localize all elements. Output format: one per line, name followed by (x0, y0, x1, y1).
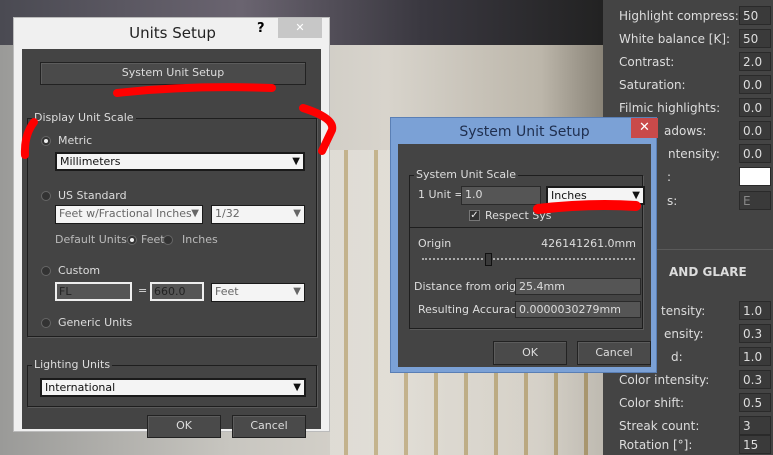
annotation-underline (113, 83, 276, 97)
annotation-strike (533, 200, 641, 214)
red-annotations (20, 83, 641, 214)
annotation-bracket (20, 118, 38, 159)
annotation-arrow (299, 104, 337, 155)
